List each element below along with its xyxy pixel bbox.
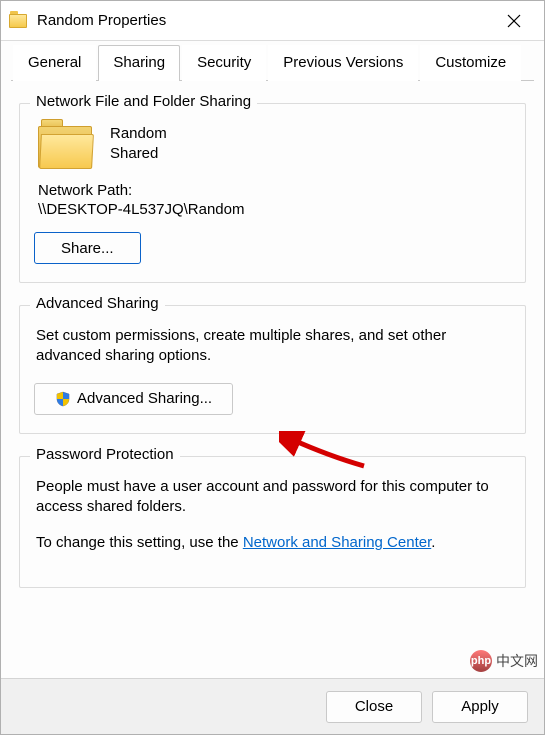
- group-advanced-sharing: Advanced Sharing Set custom permissions,…: [19, 305, 526, 434]
- folder-large-icon: [38, 126, 92, 168]
- close-icon: [507, 14, 521, 28]
- apply-button[interactable]: Apply: [432, 691, 528, 723]
- share-status: Shared: [110, 144, 167, 164]
- group-password-protection: Password Protection People must have a u…: [19, 456, 526, 589]
- password-desc-1: People must have a user account and pass…: [36, 477, 509, 518]
- advanced-description: Set custom permissions, create multiple …: [36, 326, 509, 367]
- group-title: Network File and Folder Sharing: [30, 93, 257, 110]
- network-path-label: Network Path:: [38, 182, 511, 199]
- watermark: php 中文网: [470, 650, 538, 672]
- tab-strip: General Sharing Security Previous Versio…: [1, 41, 544, 81]
- tab-general[interactable]: General: [13, 45, 96, 81]
- uac-shield-icon: [55, 391, 71, 407]
- tab-security[interactable]: Security: [182, 45, 266, 81]
- window-close-button[interactable]: [492, 1, 536, 41]
- tab-previous-versions[interactable]: Previous Versions: [268, 45, 418, 81]
- tab-panel-sharing: Network File and Folder Sharing Random S…: [1, 81, 544, 588]
- network-sharing-center-link[interactable]: Network and Sharing Center: [243, 534, 431, 551]
- group-title: Advanced Sharing: [30, 295, 165, 312]
- dialog-footer: Close Apply: [1, 678, 544, 734]
- watermark-logo-icon: php: [470, 650, 492, 672]
- advanced-sharing-button[interactable]: Advanced Sharing...: [34, 383, 233, 415]
- close-button[interactable]: Close: [326, 691, 422, 723]
- tab-sharing[interactable]: Sharing: [98, 45, 180, 81]
- watermark-text: 中文网: [496, 651, 538, 671]
- advanced-sharing-label: Advanced Sharing...: [77, 390, 212, 407]
- titlebar: Random Properties: [1, 1, 544, 41]
- tab-customize[interactable]: Customize: [420, 45, 521, 81]
- network-path-value: \\DESKTOP-4L537JQ\Random: [38, 201, 511, 218]
- folder-icon: [9, 14, 27, 28]
- window-title: Random Properties: [37, 12, 492, 29]
- share-button[interactable]: Share...: [34, 232, 141, 264]
- group-title: Password Protection: [30, 446, 180, 463]
- group-network-sharing: Network File and Folder Sharing Random S…: [19, 103, 526, 283]
- folder-name: Random: [110, 124, 167, 144]
- properties-dialog: Random Properties General Sharing Securi…: [0, 0, 545, 735]
- password-desc-2: To change this setting, use the Network …: [36, 533, 509, 553]
